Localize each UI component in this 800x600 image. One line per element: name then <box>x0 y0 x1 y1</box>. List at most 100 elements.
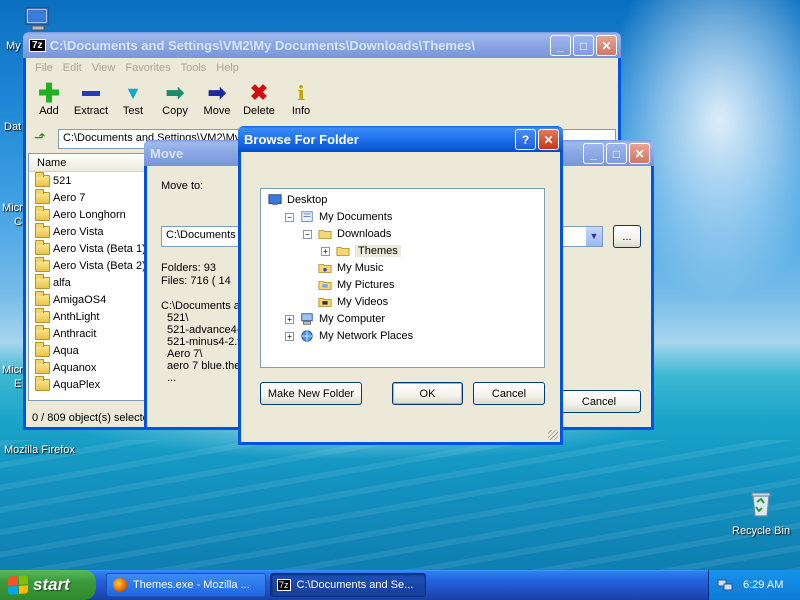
menu-help[interactable]: Help <box>211 62 244 74</box>
taskbar-item-7zip[interactable]: 7z C:\Documents and Se... <box>270 573 426 597</box>
folder-icon <box>35 171 50 187</box>
folder-icon <box>35 273 50 289</box>
list-item[interactable]: Aero 7 <box>29 188 147 206</box>
extract-button[interactable]: Extract <box>70 78 112 117</box>
move-minimize-button[interactable]: _ <box>583 143 604 164</box>
folder-icon <box>35 256 50 272</box>
list-item[interactable]: Aero Vista (Beta 1) <box>29 239 147 257</box>
desktop-label-micr1[interactable]: Micr <box>2 202 23 214</box>
firefox-icon <box>113 578 127 592</box>
tree-item-label: My Pictures <box>337 279 395 291</box>
add-icon: ✚ <box>38 78 60 108</box>
tree-item-downloads[interactable]: − Downloads <box>303 226 391 242</box>
toolbar: ✚ Add Extract ▼ Test ➡ Copy ➡ Move ✖ Del… <box>26 78 618 126</box>
close-button[interactable]: ✕ <box>596 35 617 56</box>
tree-item-my-documents[interactable]: − My Documents <box>285 209 392 225</box>
make-new-folder-button[interactable]: Make New Folder <box>260 382 362 405</box>
collapse-icon[interactable]: − <box>285 212 294 222</box>
list-item[interactable]: 521 <box>29 171 147 189</box>
up-folder-icon[interactable]: ⬏ <box>34 130 46 146</box>
taskbar-item-firefox[interactable]: Themes.exe - Mozilla ... <box>106 573 266 597</box>
tree-item-my-computer[interactable]: + My Computer <box>285 311 385 327</box>
system-tray: 6:29 AM <box>708 570 800 600</box>
ok-button[interactable]: OK <box>392 382 463 405</box>
list-item[interactable]: AmigaOS4 <box>29 290 147 308</box>
minimize-button[interactable]: _ <box>550 35 571 56</box>
menu-edit[interactable]: Edit <box>58 62 87 74</box>
folder-icon <box>35 375 50 391</box>
list-item[interactable]: Aqua <box>29 341 147 359</box>
list-item[interactable]: Aero Vista (Beta 2) <box>29 256 147 274</box>
move-cancel-button[interactable]: Cancel <box>557 390 641 413</box>
collapse-icon[interactable]: − <box>303 229 312 239</box>
file-list: Name 521 Aero 7 Aero Longhorn Aero Vista Aer… <box>28 153 148 401</box>
folder-icon <box>35 290 50 306</box>
move-listing-line: C:\Documents a <box>161 300 240 312</box>
folder-icon <box>35 222 50 238</box>
list-item-label: Aero 7 <box>53 191 86 204</box>
tree-item-my-pictures[interactable]: My Pictures <box>303 277 394 293</box>
menu-tools[interactable]: Tools <box>176 62 212 74</box>
help-button[interactable]: ? <box>515 129 536 150</box>
folder-tree[interactable]: Desktop − My Documents − Downloads + Themes My … <box>260 188 545 368</box>
recycle-bin-icon[interactable] <box>745 488 777 520</box>
tree-item-label: My Videos <box>337 296 389 308</box>
copy-button[interactable]: ➡ Copy <box>154 78 196 118</box>
my-documents-icon <box>301 211 313 222</box>
browse-dialog-titlebar[interactable]: Browse For Folder ? ✕ <box>238 126 563 152</box>
browse-cancel-button[interactable]: Cancel <box>473 382 545 405</box>
chevron-down-icon[interactable]: ▼ <box>585 227 602 246</box>
move-button[interactable]: ➡ Move <box>196 78 238 118</box>
tree-item-my-videos[interactable]: My Videos <box>303 294 388 310</box>
list-item[interactable]: AnthLight <box>29 307 147 325</box>
column-header-name[interactable]: Name <box>29 154 147 172</box>
list-item[interactable]: AquaPlex <box>29 375 147 393</box>
tree-item-label: Themes <box>355 245 401 257</box>
network-tray-icon[interactable] <box>717 577 733 593</box>
main-window-titlebar[interactable]: 7z C:\Documents and Settings\VM2\My Docu… <box>23 32 621 58</box>
list-item[interactable]: Anthracit <box>29 324 147 342</box>
files-count: Files: 716 ( 14 <box>161 275 231 287</box>
tree-item-my-network-places[interactable]: + My Network Places <box>285 328 413 344</box>
desktop-label-micr2[interactable]: Micr <box>2 364 23 376</box>
list-item[interactable]: alfa <box>29 273 147 291</box>
desktop-label-firefox[interactable]: Mozilla Firefox <box>4 444 75 456</box>
desktop-label-e[interactable]: E <box>14 378 21 390</box>
menu-favorites[interactable]: Favorites <box>120 62 175 74</box>
move-label: Move <box>203 105 231 117</box>
maximize-button[interactable]: □ <box>573 35 594 56</box>
clock[interactable]: 6:29 AM <box>743 579 783 591</box>
expand-icon[interactable]: + <box>285 331 294 341</box>
move-maximize-button[interactable]: □ <box>606 143 627 164</box>
tree-item-desktop[interactable]: Desktop <box>267 192 327 208</box>
sea <box>0 440 800 570</box>
expand-icon[interactable]: + <box>285 314 294 324</box>
list-item[interactable]: Aero Vista <box>29 222 147 240</box>
my-computer-icon <box>301 313 313 325</box>
tree-item-my-music[interactable]: My Music <box>303 260 383 276</box>
taskbar-item-firefox-label: Themes.exe - Mozilla ... <box>133 579 250 591</box>
browse-button[interactable]: ... <box>613 225 641 248</box>
tree-item-label: My Documents <box>319 211 393 223</box>
move-close-button[interactable]: ✕ <box>629 143 650 164</box>
my-music-icon <box>318 264 332 273</box>
menu-view[interactable]: View <box>87 62 121 74</box>
test-button[interactable]: ▼ Test <box>112 78 154 117</box>
menu-file[interactable]: File <box>30 62 58 74</box>
list-item[interactable]: Aero Longhorn <box>29 205 147 223</box>
desktop-label-c[interactable]: C <box>14 216 22 228</box>
info-button[interactable]: i Info <box>280 78 322 117</box>
start-button[interactable]: start <box>0 570 96 600</box>
move-listing-line: Aero 7\ <box>167 348 203 360</box>
folder-icon <box>35 324 50 340</box>
browse-close-button[interactable]: ✕ <box>538 129 559 150</box>
expand-icon[interactable]: + <box>321 246 330 256</box>
add-button[interactable]: ✚ Add <box>28 78 70 117</box>
desktop-label-data[interactable]: Dat <box>4 121 21 133</box>
desktop-label-recycle[interactable]: Recycle Bin <box>732 525 790 537</box>
tree-item-themes[interactable]: + Themes <box>321 243 401 259</box>
delete-button[interactable]: ✖ Delete <box>238 78 280 118</box>
desktop-label-mycomputer[interactable]: My <box>6 40 21 52</box>
resize-grip[interactable] <box>548 430 558 440</box>
list-item[interactable]: Aquanox <box>29 358 147 376</box>
